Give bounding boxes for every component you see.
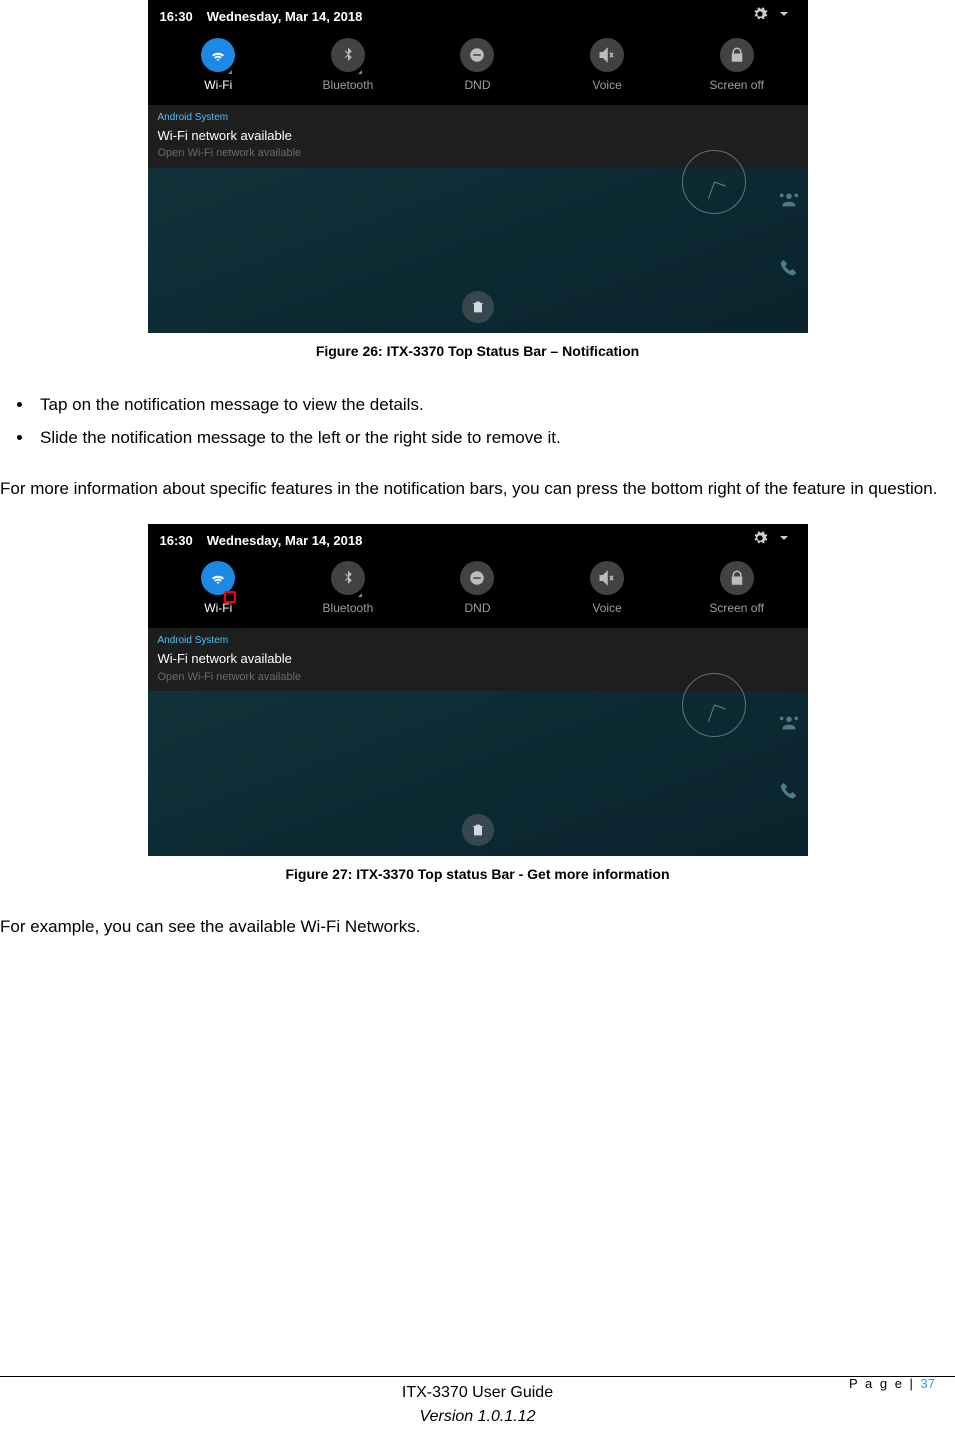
clock-widget-icon	[682, 150, 746, 214]
voice-mute-icon	[590, 38, 624, 72]
toggle-screenoff[interactable]: Screen off	[672, 561, 802, 617]
expand-triangle-icon[interactable]	[358, 593, 362, 597]
toggle-voice[interactable]: Voice	[542, 38, 672, 94]
phone-icon	[778, 258, 800, 280]
status-date: Wednesday, Mar 14, 2018	[207, 531, 363, 551]
expand-triangle-icon[interactable]	[228, 70, 232, 74]
dnd-icon	[460, 38, 494, 72]
toggle-label: Voice	[592, 78, 621, 92]
android-statusbar: 16:30 Wednesday, Mar 14, 2018	[148, 0, 808, 32]
footer-title: ITX-3370 User Guide	[0, 1381, 955, 1405]
highlight-box	[224, 591, 236, 603]
chevron-down-icon[interactable]	[772, 530, 796, 552]
toggle-bluetooth[interactable]: Bluetooth	[283, 561, 413, 617]
toggle-dnd[interactable]: DND	[413, 561, 543, 617]
status-time: 16:30	[160, 531, 193, 551]
notification-title: Wi-Fi network available	[158, 126, 798, 146]
toggle-label: Bluetooth	[323, 78, 374, 92]
toggle-wifi[interactable]: Wi-Fi	[154, 561, 284, 617]
trash-icon	[470, 299, 486, 315]
people-icon	[778, 188, 800, 210]
figure-27-screenshot: 16:30 Wednesday, Mar 14, 2018 Wi-Fi Blue…	[148, 524, 808, 857]
android-statusbar: 16:30 Wednesday, Mar 14, 2018	[148, 524, 808, 556]
chevron-down-icon[interactable]	[772, 6, 796, 28]
toggle-label: Bluetooth	[323, 601, 374, 615]
toggle-screenoff[interactable]: Screen off	[672, 38, 802, 94]
quick-toggles-row: Wi-Fi Bluetooth DND Voice Screen off	[148, 32, 808, 104]
figure-27-caption: Figure 27: ITX-3370 Top status Bar - Get…	[0, 864, 955, 885]
toggle-label: Screen off	[709, 78, 763, 92]
phone-icon	[778, 781, 800, 803]
clear-all-button[interactable]	[462, 291, 494, 323]
bluetooth-icon	[331, 561, 365, 595]
voice-mute-icon	[590, 561, 624, 595]
instruction-list: Tap on the notification message to view …	[34, 388, 947, 455]
footer-rule	[0, 1376, 955, 1377]
launcher-background	[148, 168, 808, 333]
toggle-label: DND	[464, 78, 490, 92]
toggle-label: Screen off	[709, 601, 763, 615]
toggle-label: Wi-Fi	[204, 78, 232, 92]
wifi-icon	[201, 561, 235, 595]
lock-icon	[720, 561, 754, 595]
clear-all-button[interactable]	[462, 814, 494, 846]
toggle-wifi[interactable]: Wi-Fi	[154, 38, 284, 94]
paragraph: For more information about specific feat…	[0, 473, 947, 504]
clock-widget-icon	[682, 673, 746, 737]
list-item: Tap on the notification message to view …	[34, 388, 947, 422]
toggle-label: Voice	[592, 601, 621, 615]
notification-title: Wi-Fi network available	[158, 649, 798, 669]
page-footer: ITX-3370 User Guide Version 1.0.1.12	[0, 1381, 955, 1429]
toggle-label: DND	[464, 601, 490, 615]
dnd-icon	[460, 561, 494, 595]
status-time: 16:30	[160, 7, 193, 27]
toggle-label: Wi-Fi	[204, 601, 232, 615]
gear-icon[interactable]	[748, 6, 772, 28]
toggle-bluetooth[interactable]: Bluetooth	[283, 38, 413, 94]
footer-version: Version 1.0.1.12	[0, 1405, 955, 1429]
list-item: Slide the notification message to the le…	[34, 421, 947, 455]
status-date: Wednesday, Mar 14, 2018	[207, 7, 363, 27]
paragraph: For example, you can see the available W…	[0, 911, 947, 942]
figure-26-caption: Figure 26: ITX-3370 Top Status Bar – Not…	[0, 341, 955, 362]
trash-icon	[470, 822, 486, 838]
quick-toggles-row: Wi-Fi Bluetooth DND Voice Screen off	[148, 555, 808, 627]
notification-source: Android System	[158, 633, 798, 648]
notification-source: Android System	[158, 110, 798, 125]
people-icon	[778, 711, 800, 733]
lock-icon	[720, 38, 754, 72]
expand-triangle-icon[interactable]	[358, 70, 362, 74]
figure-26-screenshot: 16:30 Wednesday, Mar 14, 2018 Wi-Fi Blue…	[148, 0, 808, 333]
gear-icon[interactable]	[748, 530, 772, 552]
bluetooth-icon	[331, 38, 365, 72]
toggle-dnd[interactable]: DND	[413, 38, 543, 94]
wifi-icon	[201, 38, 235, 72]
launcher-background	[148, 691, 808, 856]
toggle-voice[interactable]: Voice	[542, 561, 672, 617]
